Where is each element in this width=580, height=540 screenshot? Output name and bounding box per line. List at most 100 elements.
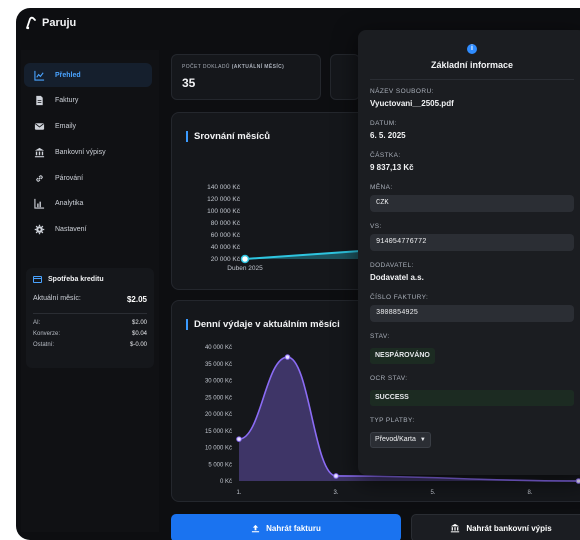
bank-icon: [34, 147, 45, 158]
y-tick-label: 40 000 Kč: [205, 345, 232, 351]
vs-field[interactable]: 914054776772: [370, 234, 574, 251]
ocr-badge: SUCCESS: [370, 390, 574, 406]
sidebar-item-label: Nastavení: [55, 225, 87, 233]
credit-row-value: $-0.00: [129, 342, 147, 348]
bank-icon: [451, 523, 460, 533]
divider: [33, 313, 147, 314]
y-tick-label: 35 000 Kč: [205, 362, 232, 368]
y-tick-label: 20 000 Kč: [211, 256, 241, 263]
sidebar-item-faktury[interactable]: Faktury: [24, 88, 152, 112]
y-tick-label: 80 000 Kč: [211, 220, 241, 227]
upload-statement-button[interactable]: Nahrát bankovní výpis: [411, 514, 580, 540]
payment-type-select[interactable]: Převod/Karta ▼: [370, 431, 431, 448]
credit-month-label: Aktuální měsíc:: [33, 295, 81, 302]
stat-label-suffix: (aktuální měsíc): [231, 64, 285, 70]
app-name: Paruju: [42, 17, 77, 29]
filename-value: Vyuctovani__2505.pdf: [370, 99, 454, 108]
amount-value: 9 837,13 Kč: [370, 163, 414, 172]
upload-icon: [252, 524, 260, 532]
divider: [370, 79, 574, 80]
bar-chart-icon: [34, 198, 45, 209]
sidebar-item-label: Párování: [55, 174, 84, 182]
sidebar-item-label: Přehled: [55, 71, 81, 79]
stat-card-documents: Počet dokladů (aktuální měsíc) 35: [171, 54, 321, 100]
x-tick-label: 1.: [236, 490, 241, 496]
currency-label: Měna:: [370, 184, 393, 191]
document-icon: [34, 95, 45, 106]
date-label: Datum:: [370, 120, 397, 127]
y-tick-label: 100 000 Kč: [207, 208, 241, 215]
gear-icon: [34, 224, 45, 235]
app-window: Paruju Přehled Faktury Emaily Bankovní v…: [16, 8, 580, 540]
x-tick-label: 5.: [430, 490, 435, 496]
sidebar-item-emaily[interactable]: Emaily: [24, 114, 152, 138]
sidebar-item-nastaveni[interactable]: Nastavení: [24, 217, 152, 241]
y-tick-label: 120 000 Kč: [207, 196, 241, 203]
credit-month-row: Aktuální měsíc: $2.05: [33, 295, 147, 304]
data-point[interactable]: [333, 473, 339, 479]
payment-type-label: Typ platby:: [370, 417, 415, 424]
y-tick-label: 25 000 Kč: [205, 395, 232, 401]
y-tick-label: 140 000 Kč: [207, 184, 241, 191]
sidebar: Přehled Faktury Emaily Bankovní výpisy P…: [21, 50, 159, 532]
link-icon: [34, 173, 45, 184]
ocr-label: OCR stav:: [370, 375, 408, 382]
status-badge: NESPÁROVÁNO: [370, 348, 435, 364]
y-tick-label: 5 000 Kč: [208, 462, 232, 468]
credit-row: Ostatní: $-0.00: [33, 342, 147, 348]
credit-usage-card: Spotřeba kreditu Aktuální měsíc: $2.05 A…: [26, 268, 154, 368]
supplier-value: Dodavatel a.s.: [370, 273, 424, 282]
credit-row-label: AI:: [33, 320, 41, 326]
x-tick-label: 8.: [527, 490, 532, 496]
y-tick-label: 30 000 Kč: [205, 379, 232, 385]
credit-row-label: Ostatní:: [33, 342, 55, 348]
invoice-number-field[interactable]: 3808854925: [370, 305, 574, 322]
data-point[interactable]: [575, 478, 580, 484]
modal-header: i Základní informace: [370, 44, 574, 70]
info-icon: i: [467, 44, 477, 54]
stat-label: Počet dokladů (aktuální měsíc): [182, 64, 310, 70]
y-tick-label: 60 000 Kč: [211, 232, 241, 239]
sidebar-item-label: Bankovní výpisy: [55, 148, 106, 156]
credit-row: Konverze: $0.04: [33, 331, 147, 337]
stat-value: 35: [182, 76, 196, 90]
amount-label: Částka:: [370, 152, 401, 159]
stat-card-secondary: [330, 54, 360, 100]
sidebar-item-parovani[interactable]: Párování: [24, 166, 152, 190]
chevron-down-icon: ▼: [419, 436, 426, 443]
sidebar-item-label: Emaily: [55, 122, 77, 130]
upload-statement-label: Nahrát bankovní výpis: [466, 523, 552, 533]
upload-invoice-button[interactable]: Nahrát fakturu: [171, 514, 401, 540]
basic-info-modal: i Základní informace Název souboru: Vyuc…: [358, 30, 580, 475]
sidebar-item-label: Analytika: [55, 199, 84, 207]
x-tick-label: Duben 2025: [227, 265, 263, 272]
sidebar-item-prehled[interactable]: Přehled: [24, 63, 152, 87]
sidebar-item-bankovni-vypisy[interactable]: Bankovní výpisy: [24, 140, 152, 164]
credit-row-label: Konverze:: [33, 331, 61, 337]
upload-invoice-label: Nahrát fakturu: [266, 523, 321, 533]
credit-row: AI: $2.00: [33, 320, 147, 326]
data-point[interactable]: [284, 354, 291, 360]
app-logo[interactable]: Paruju: [24, 16, 76, 30]
credit-month-value: $2.05: [126, 295, 147, 304]
data-point[interactable]: [236, 436, 242, 442]
credit-row-value: $0.04: [131, 331, 147, 337]
credit-row-value: $2.00: [131, 320, 147, 326]
credit-title: Spotřeba kreditu: [48, 276, 104, 283]
data-point[interactable]: [240, 254, 250, 264]
logo-icon: [26, 16, 36, 30]
y-tick-label: 10 000 Kč: [205, 446, 232, 452]
filename-label: Název souboru:: [370, 88, 434, 95]
y-tick-label: 20 000 Kč: [205, 412, 232, 418]
y-tick-label: 15 000 Kč: [205, 429, 232, 435]
sidebar-item-analytika[interactable]: Analytika: [24, 191, 152, 215]
currency-field[interactable]: CZK: [370, 195, 574, 212]
status-label: Stav:: [370, 333, 390, 340]
envelope-icon: [34, 121, 45, 132]
chart-line-icon: [34, 70, 45, 81]
payment-type-value: Převod/Karta: [375, 436, 416, 443]
invoice-number-label: Číslo faktury:: [370, 294, 429, 301]
date-value: 6. 5. 2025: [370, 131, 406, 140]
y-tick-label: 40 000 Kč: [211, 244, 241, 251]
credit-header: Spotřeba kreditu: [33, 276, 147, 283]
